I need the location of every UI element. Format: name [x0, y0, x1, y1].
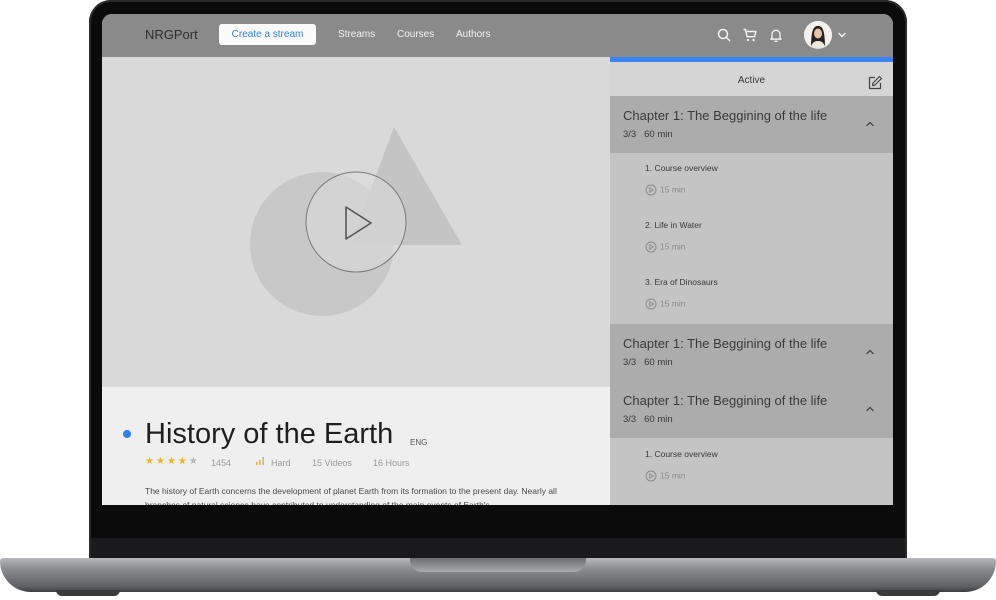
play-circle-icon [645, 241, 657, 253]
chapter-duration: 60 min [644, 357, 673, 368]
active-header: Active [610, 62, 893, 96]
lesson-item[interactable]: 2. Life in Water 15 min [645, 220, 875, 270]
chapter-header[interactable]: Chapter 1: The Beggining of the life 3/3… [610, 324, 893, 381]
lesson-duration: 15 min [645, 184, 686, 196]
search-icon[interactable] [716, 27, 732, 43]
difficulty-label: Hard [271, 458, 291, 468]
create-stream-button[interactable]: Create a stream [219, 24, 316, 45]
bell-icon[interactable] [768, 27, 784, 43]
laptop-chin [91, 538, 905, 560]
laptop-notch [410, 558, 586, 572]
lesson-title: 1. Course overview [645, 163, 718, 173]
lesson-duration: 15 min [645, 298, 686, 310]
play-circle-icon [645, 184, 657, 196]
lesson-item[interactable]: 1. Course overview 15 min [645, 163, 875, 213]
video-count: 15 Videos [312, 458, 352, 468]
lesson-item[interactable]: 3. Era of Dinosaurs 15 min [645, 277, 875, 327]
course-hours: 16 Hours [373, 458, 410, 468]
chapter-progress: 3/3 [623, 129, 637, 140]
edit-icon[interactable] [867, 75, 883, 91]
chapter-title: Chapter 1: The Beggining of the life [623, 108, 828, 123]
top-navigation-bar: NRGPort Create a stream Streams Courses … [102, 14, 893, 57]
nav-streams[interactable]: Streams [338, 29, 375, 40]
chapter-duration: 60 min [644, 414, 673, 425]
lesson-title: 1. Course overview [645, 449, 718, 459]
avatar-portrait [804, 21, 832, 49]
play-icon[interactable] [340, 204, 376, 242]
cart-icon[interactable] [742, 27, 758, 43]
lesson-time: 15 min [660, 241, 686, 252]
chapter-duration: 60 min [644, 129, 673, 140]
app-screen: NRGPort Create a stream Streams Courses … [102, 14, 893, 505]
chevron-up-icon[interactable] [864, 403, 876, 415]
chapter-header[interactable]: Chapter 1: The Beggining of the life 3/3… [610, 381, 893, 438]
star-icon: ★ [177, 456, 189, 467]
nav-courses[interactable]: Courses [397, 29, 434, 40]
star-icon: ★ [145, 456, 156, 467]
chapter-meta: 3/3 60 min [623, 414, 673, 425]
play-circle-icon [645, 470, 657, 482]
play-circle-icon [645, 298, 657, 310]
chapter-title: Chapter 1: The Beggining of the life [623, 393, 828, 408]
language-badge: ENG [410, 438, 428, 447]
logo[interactable]: NRGPort [145, 27, 198, 42]
laptop-foot-right [876, 590, 940, 596]
user-avatar[interactable] [804, 21, 832, 49]
video-player[interactable] [102, 57, 610, 387]
chapter-progress: 3/3 [623, 414, 637, 425]
lesson-time: 15 min [660, 470, 686, 481]
chapter-meta: 3/3 60 min [623, 357, 673, 368]
course-details: History of the Earth ENG ★★★★★ 1454 Hard… [102, 387, 610, 505]
chapter-title: Chapter 1: The Beggining of the life [623, 336, 828, 351]
lesson-time: 15 min [660, 184, 686, 195]
laptop-foot-left [56, 590, 120, 596]
active-label: Active [737, 75, 766, 86]
chapter-header[interactable]: Chapter 1: The Beggining of the life 3/3… [610, 96, 893, 153]
lesson-time: 15 min [660, 298, 686, 309]
lesson-duration: 15 min [645, 470, 686, 482]
difficulty-icon [256, 457, 264, 465]
chapter-sidebar: Active Chapter 1: The Beggining of the l… [610, 57, 893, 505]
live-indicator [123, 430, 131, 438]
chevron-down-icon[interactable] [836, 29, 848, 41]
star-icon: ★ [166, 456, 178, 467]
star-empty-icon: ★ [188, 456, 200, 467]
chevron-up-icon[interactable] [864, 118, 876, 130]
course-title: History of the Earth [145, 418, 394, 450]
chapter-meta: 3/3 60 min [623, 129, 673, 140]
lesson-item[interactable]: 1. Course overview 15 min [645, 449, 875, 499]
course-description: The history of Earth concerns the develo… [145, 486, 557, 505]
chevron-up-icon[interactable] [864, 346, 876, 358]
lesson-duration: 15 min [645, 241, 686, 253]
lesson-title: 2. Life in Water [645, 220, 702, 230]
nav-authors[interactable]: Authors [456, 29, 490, 40]
star-icon: ★ [155, 456, 167, 467]
chapter-progress: 3/3 [623, 357, 637, 368]
rating-count: 1454 [211, 458, 232, 468]
rating-stars: ★★★★★ [145, 456, 200, 467]
lesson-title: 3. Era of Dinosaurs [645, 277, 718, 287]
